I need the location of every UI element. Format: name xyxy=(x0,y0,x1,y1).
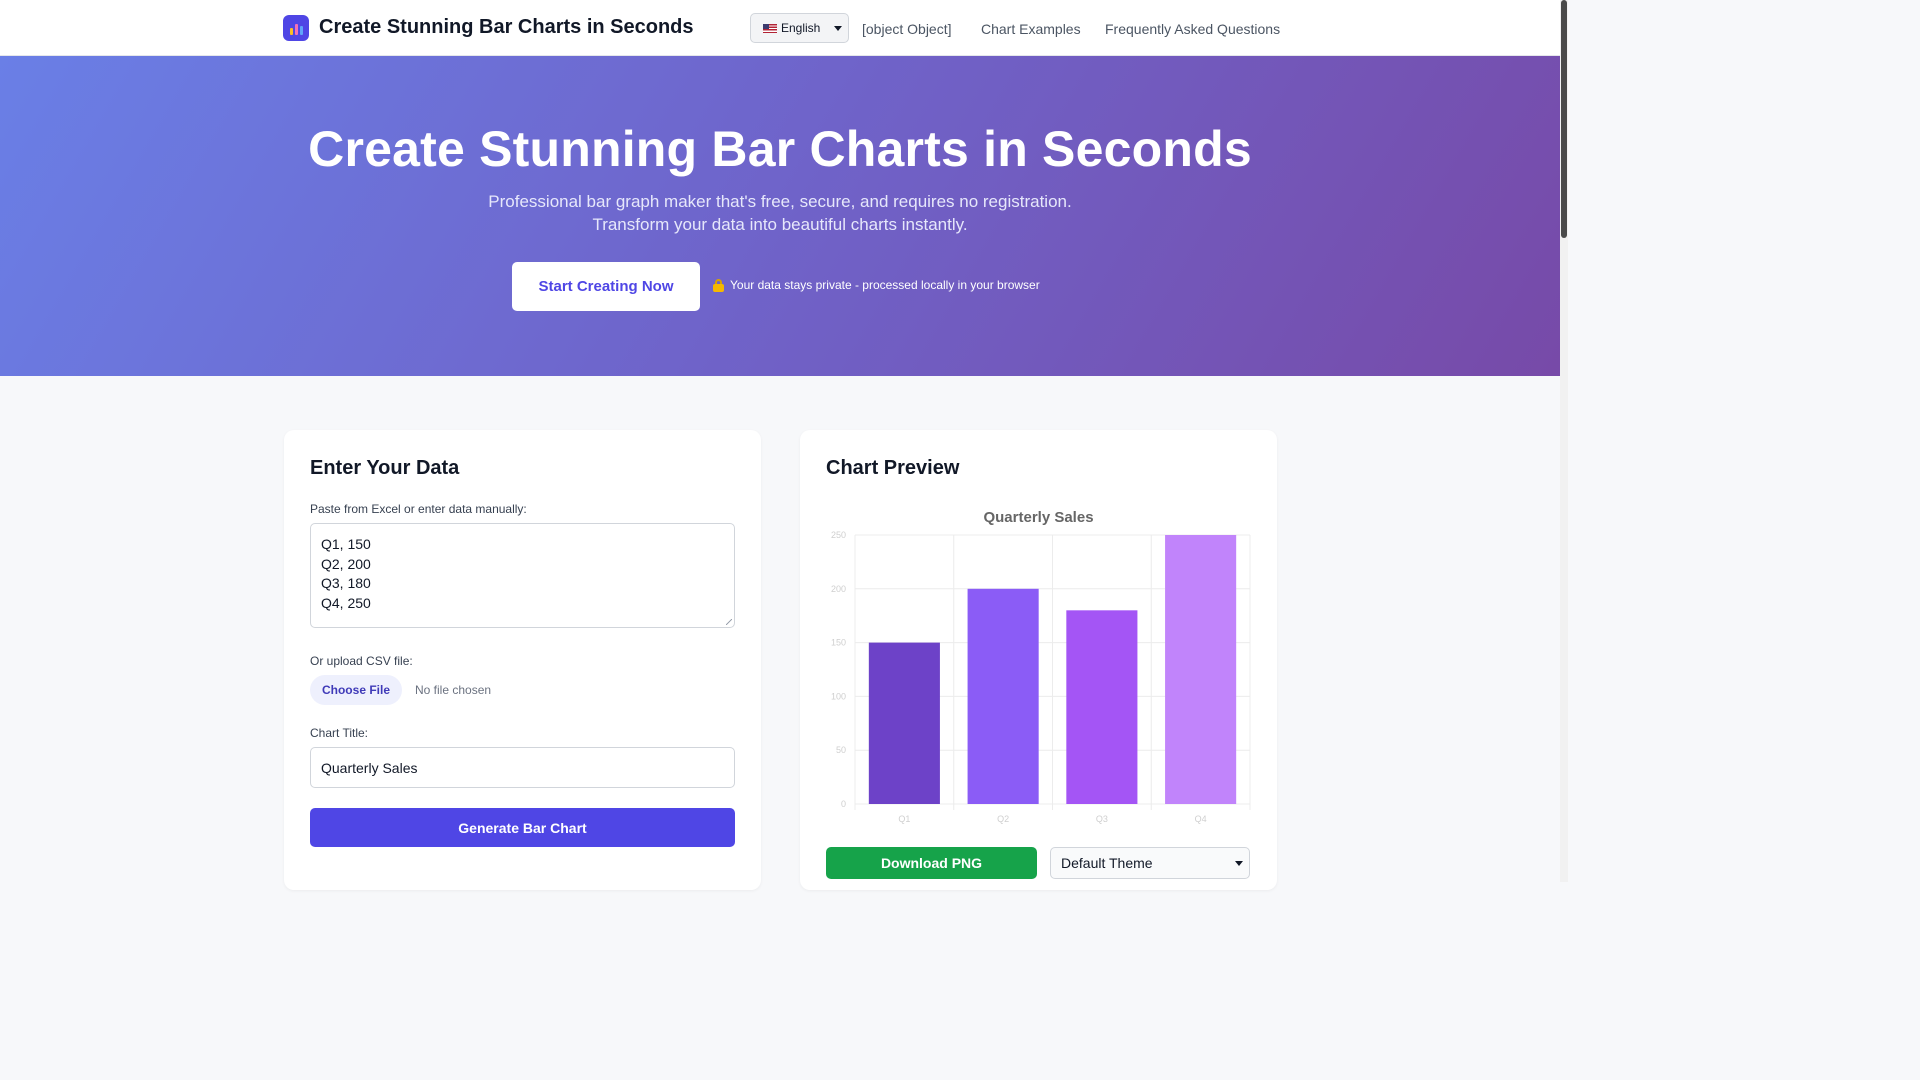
theme-select[interactable]: Default Theme xyxy=(1050,847,1250,879)
scrollbar-thumb[interactable] xyxy=(1561,0,1567,238)
x-tick-label: Q2 xyxy=(997,814,1009,824)
theme-select-value: Default Theme xyxy=(1061,855,1153,871)
data-line: Q1, 150 xyxy=(321,536,371,552)
y-tick-label: 150 xyxy=(831,638,846,648)
y-tick-label: 0 xyxy=(841,799,846,809)
page-scrollbar[interactable] xyxy=(1560,0,1568,882)
bar-chart-logo-icon[interactable] xyxy=(283,15,309,41)
y-tick-label: 50 xyxy=(836,745,846,755)
site-header: Create Stunning Bar Charts in Seconds En… xyxy=(0,0,1560,56)
nav-link-object[interactable]: [object Object] xyxy=(862,21,952,37)
chart-title-input[interactable] xyxy=(310,747,735,788)
hero-section: Create Stunning Bar Charts in Seconds Pr… xyxy=(0,56,1560,376)
chevron-down-icon xyxy=(834,26,842,31)
bar-chart: Quarterly Sales 0 50 100 150 200 250 Q1 Q2 Q3 Q4 xyxy=(831,509,1251,824)
preview-card-heading: Chart Preview xyxy=(826,457,960,479)
hero-subtitle-line1: Professional bar graph maker that's free… xyxy=(488,192,1072,211)
bar xyxy=(967,588,1039,804)
language-select[interactable]: English xyxy=(750,13,849,43)
x-tick-label: Q3 xyxy=(1096,814,1108,824)
privacy-note: Your data stays private - processed loca… xyxy=(713,278,1040,292)
generate-chart-button[interactable]: Generate Bar Chart xyxy=(310,808,735,847)
x-tick-label: Q4 xyxy=(1195,814,1207,824)
upload-label: Or upload CSV file: xyxy=(310,654,413,668)
data-input-card: Enter Your Data Paste from Excel or ente… xyxy=(284,430,761,890)
y-tick-label: 200 xyxy=(831,584,846,594)
chart-title-label: Chart Title: xyxy=(310,726,369,740)
y-tick-label: 250 xyxy=(831,530,846,540)
x-tick-label: Q1 xyxy=(898,814,910,824)
data-line: Q3, 180 xyxy=(321,575,371,591)
nav-link-chart-examples[interactable]: Chart Examples xyxy=(981,21,1081,37)
input-card-heading: Enter Your Data xyxy=(310,457,460,479)
privacy-text: Your data stays private - processed loca… xyxy=(730,278,1040,292)
chart-title: Quarterly Sales xyxy=(983,509,1093,526)
download-png-button[interactable]: Download PNG xyxy=(826,847,1037,879)
nav-link-faq[interactable]: Frequently Asked Questions xyxy=(1105,21,1280,37)
data-line: Q4, 250 xyxy=(321,594,371,611)
bar xyxy=(1165,535,1237,804)
hero-subtitle-line2: Transform your data into beautiful chart… xyxy=(592,215,968,234)
paste-label: Paste from Excel or enter data manually: xyxy=(310,502,527,516)
y-tick-label: 100 xyxy=(831,691,846,701)
chart-preview-card: Chart Preview Quarterly Sales 0 50 100 150 20… xyxy=(800,430,1277,890)
start-creating-button[interactable]: Start Creating Now xyxy=(512,262,700,311)
resize-handle[interactable] xyxy=(726,619,732,625)
no-file-text: No file chosen xyxy=(415,683,492,697)
site-brand[interactable]: Create Stunning Bar Charts in Seconds xyxy=(319,16,694,39)
chevron-down-icon xyxy=(1235,861,1243,866)
choose-file-button[interactable]: Choose File xyxy=(310,675,402,705)
us-flag-icon xyxy=(763,23,777,33)
data-textarea[interactable]: Q1, 150 Q2, 200 Q3, 180 Q4, 250 xyxy=(310,523,735,628)
bar xyxy=(1066,610,1138,804)
language-label: English xyxy=(781,21,821,35)
data-line: Q2, 200 xyxy=(321,555,371,572)
hero-title: Create Stunning Bar Charts in Seconds xyxy=(308,121,1252,177)
lock-icon xyxy=(713,278,724,292)
bar xyxy=(868,642,940,804)
